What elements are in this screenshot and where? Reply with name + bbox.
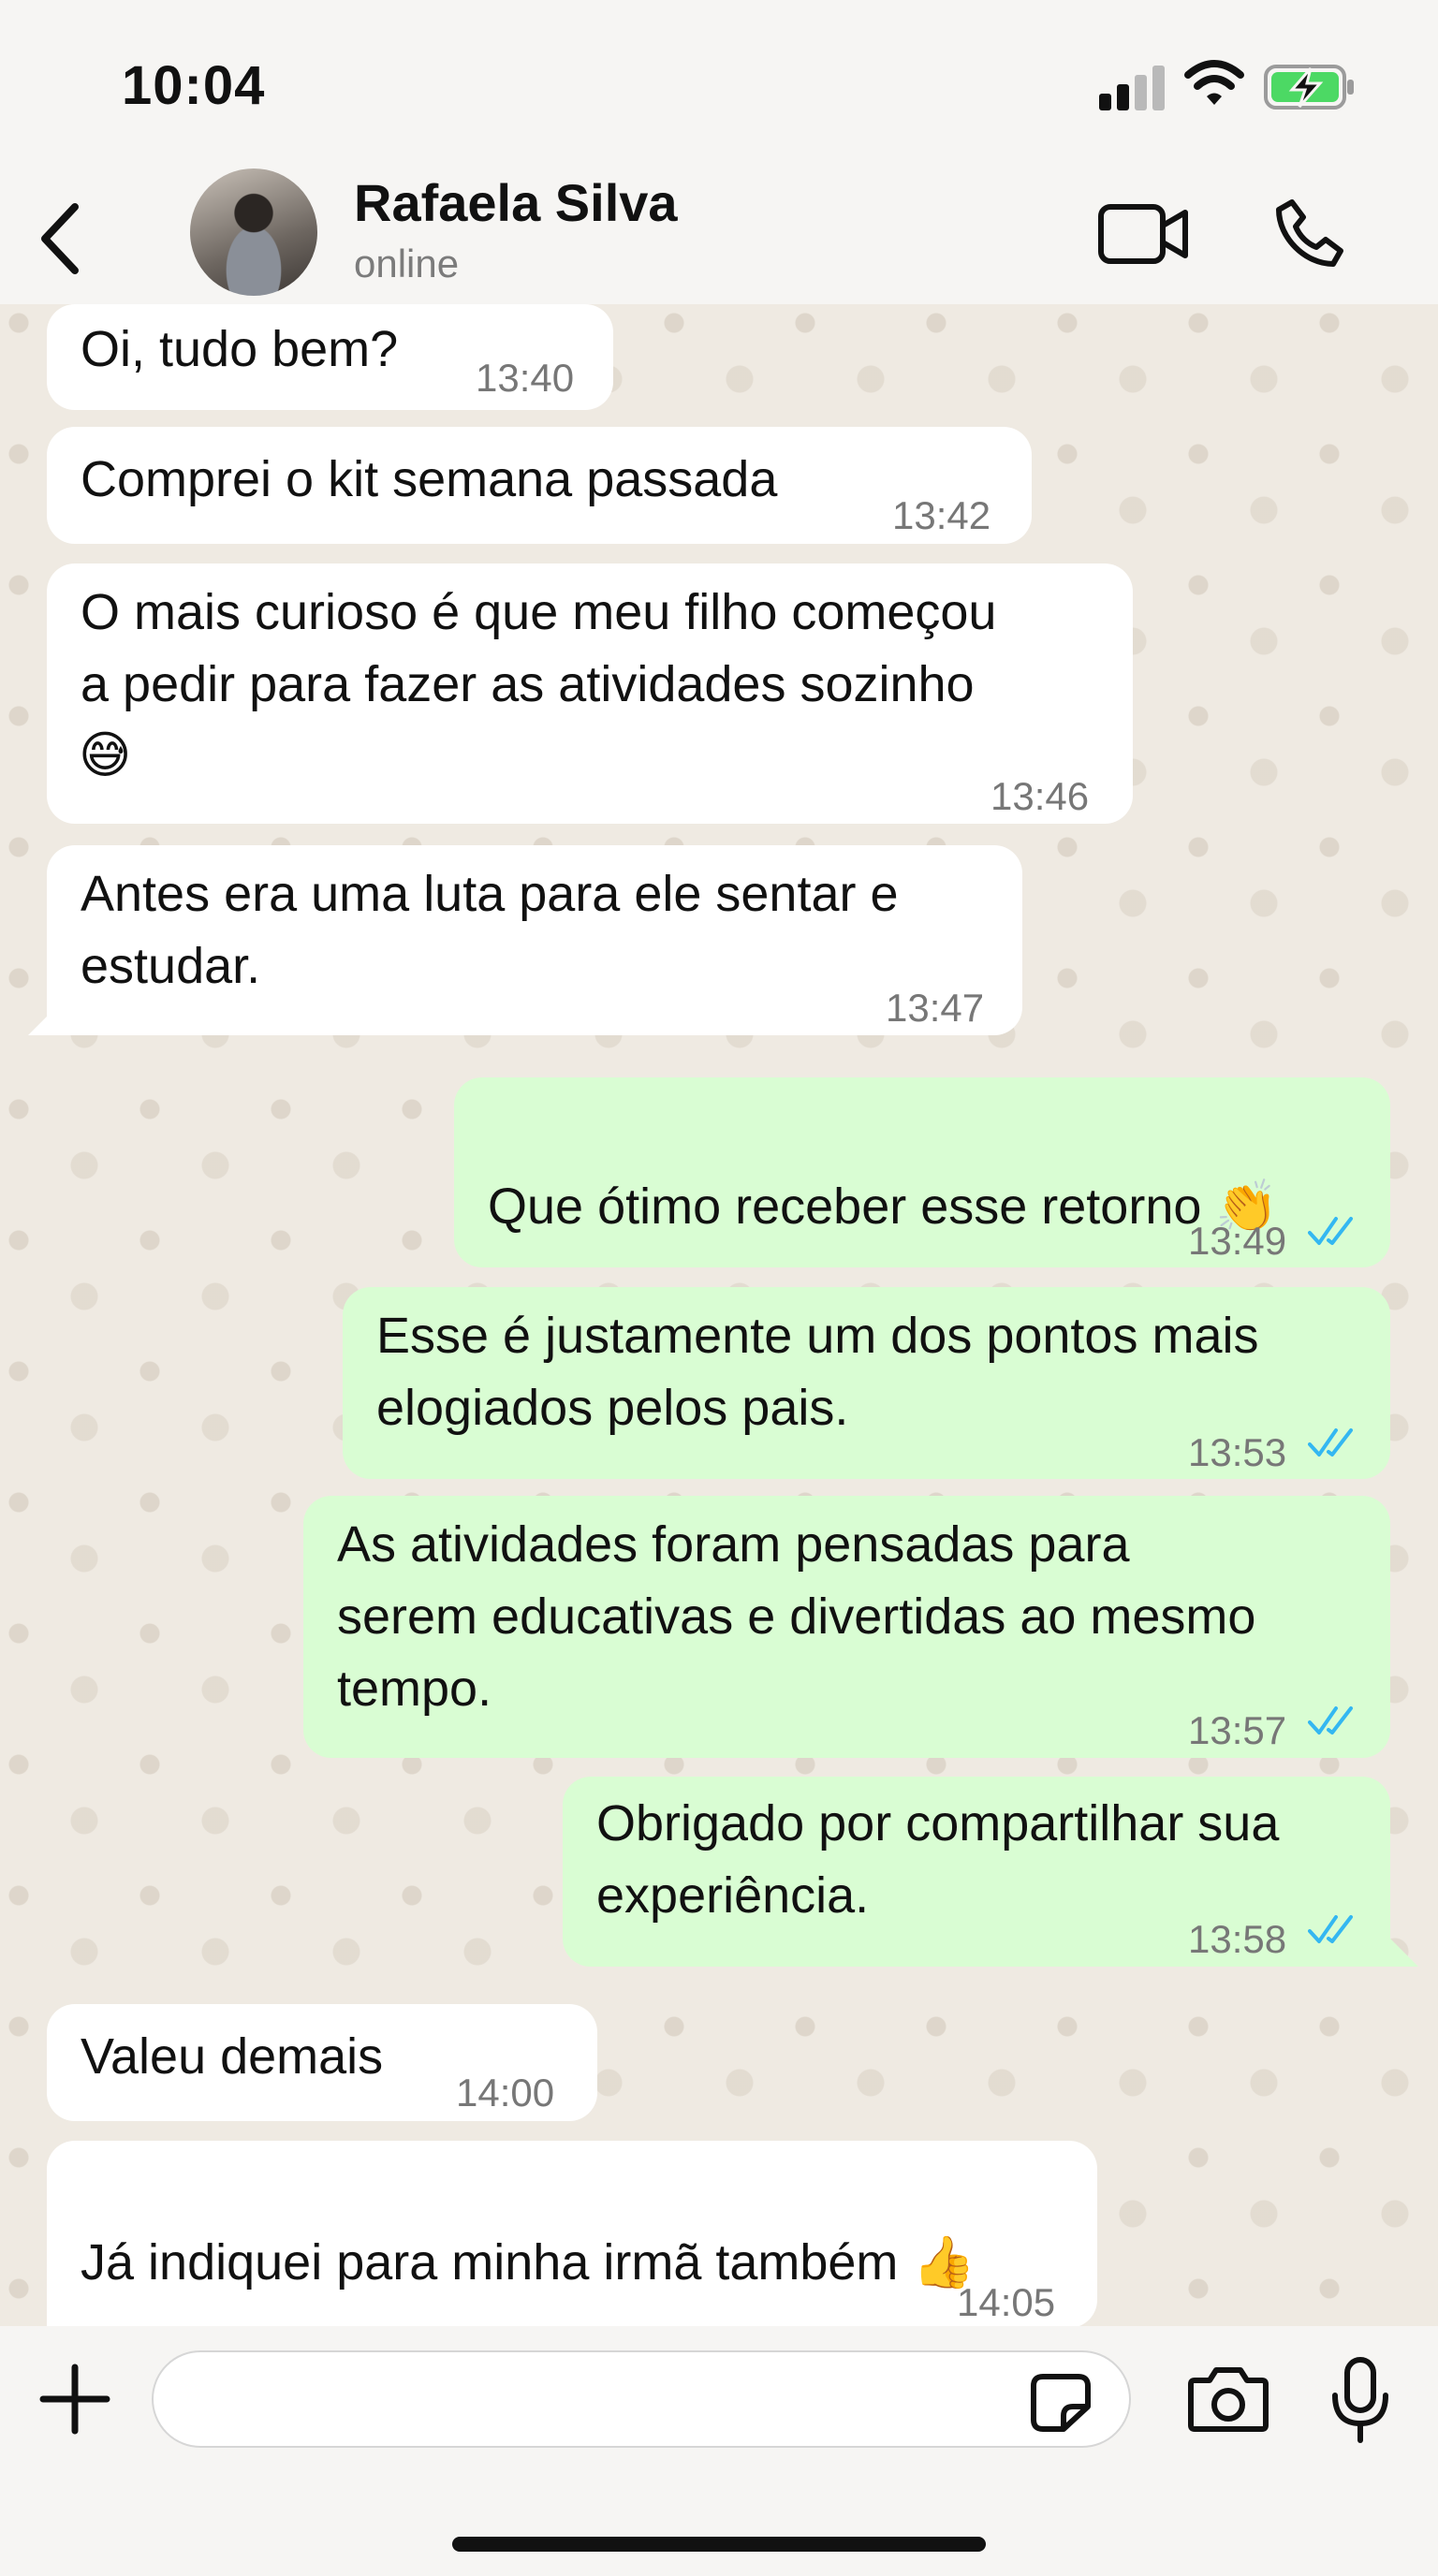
message-text: Obrigado por compartilhar sua experiênci… (596, 1795, 1280, 1924)
message-time: 13:53 (1188, 1430, 1287, 1474)
contact-name[interactable]: Rafaela Silva (354, 172, 678, 233)
sweat-smile-emoji: 😅 (79, 725, 132, 784)
message-text: O mais curioso é que meu filho começou a… (81, 584, 997, 712)
message-incoming[interactable]: Valeu demais 14:00 (47, 2004, 597, 2121)
bubble-tail (28, 1007, 56, 1035)
message-text-content: Já indiquei para minha irmã também (81, 2234, 899, 2291)
double-check-icon (1308, 1217, 1353, 1245)
message-text: Que ótimo receber esse retorno 👏 (488, 1098, 1279, 1243)
message-time: 14:05 (957, 2280, 1056, 2324)
message-outgoing[interactable]: Obrigado por compartilhar sua experiênci… (563, 1777, 1390, 1967)
message-incoming[interactable]: Comprei o kit semana passada 13:42 (47, 427, 1032, 544)
message-time: 13:40 (476, 356, 575, 400)
battery-charging-icon (1264, 65, 1354, 110)
message-time: 13:57 (1188, 1708, 1287, 1752)
home-indicator (452, 2537, 986, 2552)
back-arrow-icon[interactable] (36, 201, 84, 276)
message-text: Antes era uma luta para ele sentar e est… (81, 866, 899, 994)
message-incoming[interactable]: Antes era uma luta para ele sentar e est… (47, 845, 1022, 1035)
message-text-content: Que ótimo receber esse retorno (488, 1178, 1202, 1235)
message-input[interactable] (152, 2350, 1131, 2448)
double-check-icon (1308, 1428, 1353, 1456)
message-text: Comprei o kit semana passada (81, 451, 778, 507)
microphone-icon[interactable] (1329, 2356, 1391, 2446)
message-time: 14:00 (456, 2071, 555, 2115)
message-text: Oi, tudo bem? (81, 321, 399, 377)
message-incoming[interactable]: O mais curioso é que meu filho começou a… (47, 564, 1133, 824)
camera-icon[interactable] (1187, 2365, 1269, 2433)
phone-call-icon[interactable] (1271, 197, 1346, 271)
double-check-icon (1308, 1915, 1353, 1943)
cellular-signal-icon (1099, 64, 1167, 110)
message-time: 13:49 (1188, 1219, 1287, 1263)
chat-header: Rafaela Silva online (0, 168, 1438, 304)
message-outgoing[interactable]: Que ótimo receber esse retorno 👏 13:49 (454, 1077, 1390, 1267)
message-text: Valeu demais (81, 2028, 384, 2085)
contact-status: online (354, 242, 460, 285)
status-time: 10:04 (122, 55, 266, 116)
message-time: 13:58 (1188, 1917, 1287, 1961)
video-call-icon[interactable] (1097, 201, 1191, 267)
message-outgoing[interactable]: Esse é justamente um dos pontos mais elo… (343, 1287, 1390, 1479)
plus-icon[interactable] (39, 2364, 110, 2435)
message-time: 13:42 (892, 493, 991, 537)
bubble-tail (1390, 1939, 1418, 1967)
message-text: Esse é justamente um dos pontos mais elo… (376, 1308, 1259, 1436)
message-time: 13:46 (990, 774, 1090, 818)
wifi-icon (1184, 60, 1244, 105)
message-incoming[interactable]: Oi, tudo bem? 13:40 (47, 304, 613, 410)
message-incoming[interactable]: Já indiquei para minha irmã também 👍 14:… (47, 2141, 1097, 2326)
message-time: 13:47 (886, 986, 985, 1030)
double-check-icon (1308, 1706, 1353, 1734)
contact-avatar[interactable] (190, 168, 317, 296)
message-outgoing[interactable]: As atividades foram pensadas para serem … (303, 1496, 1390, 1758)
status-bar: 10:04 (0, 0, 1438, 168)
chat-messages-area[interactable]: Oi, tudo bem? 13:40 Comprei o kit semana… (0, 304, 1438, 2326)
message-text: As atividades foram pensadas para serem … (337, 1516, 1256, 1717)
sticker-icon[interactable] (1030, 2373, 1092, 2433)
message-text: Já indiquei para minha irmã também 👍 (81, 2154, 976, 2299)
